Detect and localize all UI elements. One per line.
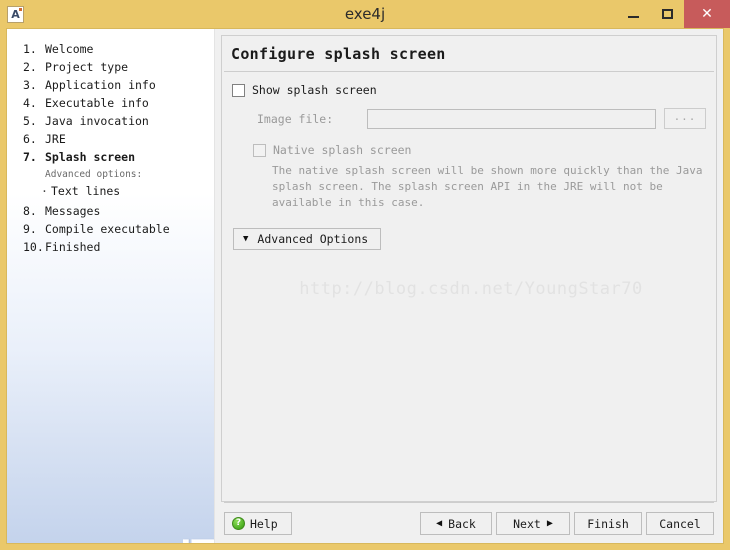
step-label: Project type xyxy=(45,60,129,74)
cancel-label: Cancel xyxy=(659,516,701,531)
chevron-down-icon: ▼ xyxy=(243,233,249,244)
image-file-row: Image file: ... xyxy=(232,108,706,129)
step-number: 9. xyxy=(23,222,37,236)
step-label: JRE xyxy=(45,132,66,146)
back-button[interactable]: ◀ Back xyxy=(420,512,492,535)
app-window: A exe4j ✕ 1. Welcome 2. Project type 3. … xyxy=(0,0,730,550)
cancel-button[interactable]: Cancel xyxy=(646,512,714,535)
native-splash-screen-row[interactable]: Native splash screen xyxy=(232,143,706,157)
sidebar-item-finished[interactable]: 10. Finished xyxy=(7,238,214,256)
step-label: Application info xyxy=(45,78,156,92)
maximize-button[interactable] xyxy=(650,0,684,28)
back-label: Back xyxy=(448,516,476,531)
image-file-label: Image file: xyxy=(257,111,334,126)
wizard-step-list: 1. Welcome 2. Project type 3. Applicatio… xyxy=(7,29,214,256)
finish-button[interactable]: Finish xyxy=(574,512,642,535)
page-title: Configure splash screen xyxy=(231,45,446,63)
step-label: Welcome xyxy=(45,42,94,56)
navigation-buttons: ◀ Back Next ▶ Finish Cancel xyxy=(420,512,714,535)
step-number: 1. xyxy=(23,42,37,56)
native-splash-screen-description: The native splash screen will be shown m… xyxy=(272,164,703,209)
wizard-button-bar: ? Help ◀ Back Next ▶ Finish Cancel xyxy=(221,503,717,537)
step-label: Messages xyxy=(45,204,101,218)
help-label: Help xyxy=(250,516,278,531)
close-button[interactable]: ✕ xyxy=(684,0,730,28)
advanced-options-button[interactable]: ▼ Advanced Options xyxy=(233,228,381,250)
finish-label: Finish xyxy=(587,516,629,531)
step-number: 8. xyxy=(23,204,37,218)
panel-body: Show splash screen Image file: ... Nativ… xyxy=(222,72,716,250)
step-label: Java invocation xyxy=(45,114,149,128)
configure-splash-panel: Configure splash screen Show splash scre… xyxy=(221,35,717,502)
show-splash-screen-label: Show splash screen xyxy=(252,83,377,97)
wizard-sidebar: 1. Welcome 2. Project type 3. Applicatio… xyxy=(7,29,215,543)
window-controls: ✕ xyxy=(616,0,730,28)
arrow-right-icon: ▶ xyxy=(546,517,553,529)
sidebar-item-welcome[interactable]: 1. Welcome xyxy=(7,40,214,58)
sidebar-item-jre[interactable]: 6. JRE xyxy=(7,130,214,148)
sidebar-item-text-lines[interactable]: · Text lines xyxy=(7,183,214,202)
minimize-button[interactable] xyxy=(616,0,650,28)
minimize-icon xyxy=(627,16,639,18)
next-label: Next xyxy=(513,516,541,531)
step-number: 6. xyxy=(23,132,37,146)
sidebar-item-compile-executable[interactable]: 9. Compile executable xyxy=(7,220,214,238)
show-splash-screen-row[interactable]: Show splash screen xyxy=(232,83,706,97)
step-number: 4. xyxy=(23,96,37,110)
sidebar-item-splash-screen[interactable]: 7. Splash screen xyxy=(7,148,214,166)
sidebar-item-java-invocation[interactable]: 5. Java invocation xyxy=(7,112,214,130)
sidebar-advanced-options-heading: Advanced options: xyxy=(45,169,143,180)
step-number: 3. xyxy=(23,78,37,92)
step-number: 7. xyxy=(23,150,37,164)
sidebar-item-executable-info[interactable]: 4. Executable info xyxy=(7,94,214,112)
title-bar: A exe4j ✕ xyxy=(0,0,730,28)
step-number: 5. xyxy=(23,114,37,128)
sidebar-item-application-info[interactable]: 3. Application info xyxy=(7,76,214,94)
help-icon: ? xyxy=(232,517,245,530)
sub-item-label: Text lines xyxy=(51,184,121,198)
browse-image-button[interactable]: ... xyxy=(664,108,706,129)
help-button[interactable]: ? Help xyxy=(224,512,292,535)
sidebar-item-project-type[interactable]: 2. Project type xyxy=(7,58,214,76)
step-label: Compile executable xyxy=(45,222,170,236)
step-label: Executable info xyxy=(45,96,149,110)
app-icon: A xyxy=(7,5,24,23)
content-area: Configure splash screen Show splash scre… xyxy=(215,29,723,543)
bullet-icon: · xyxy=(41,184,48,198)
client-area: 1. Welcome 2. Project type 3. Applicatio… xyxy=(6,28,724,544)
watermark-text: http://blog.csdn.net/YoungStar70 xyxy=(299,279,643,299)
sidebar-item-messages[interactable]: 8. Messages xyxy=(7,202,214,220)
show-splash-screen-checkbox[interactable] xyxy=(232,83,245,97)
arrow-left-icon: ◀ xyxy=(436,517,443,529)
native-splash-screen-checkbox[interactable] xyxy=(253,143,266,157)
next-button[interactable]: Next ▶ xyxy=(496,512,570,535)
maximize-icon xyxy=(661,9,673,19)
step-label: Splash screen xyxy=(45,150,136,164)
advanced-options-label: Advanced Options xyxy=(257,232,369,246)
step-label: Finished xyxy=(45,240,101,254)
image-file-input[interactable] xyxy=(367,108,656,129)
exe4j-logo: exe4j xyxy=(178,537,214,543)
close-icon: ✕ xyxy=(701,6,713,22)
step-number: 2. xyxy=(23,60,37,74)
step-number: 10. xyxy=(23,240,44,254)
native-splash-screen-label: Native splash screen xyxy=(273,143,412,157)
